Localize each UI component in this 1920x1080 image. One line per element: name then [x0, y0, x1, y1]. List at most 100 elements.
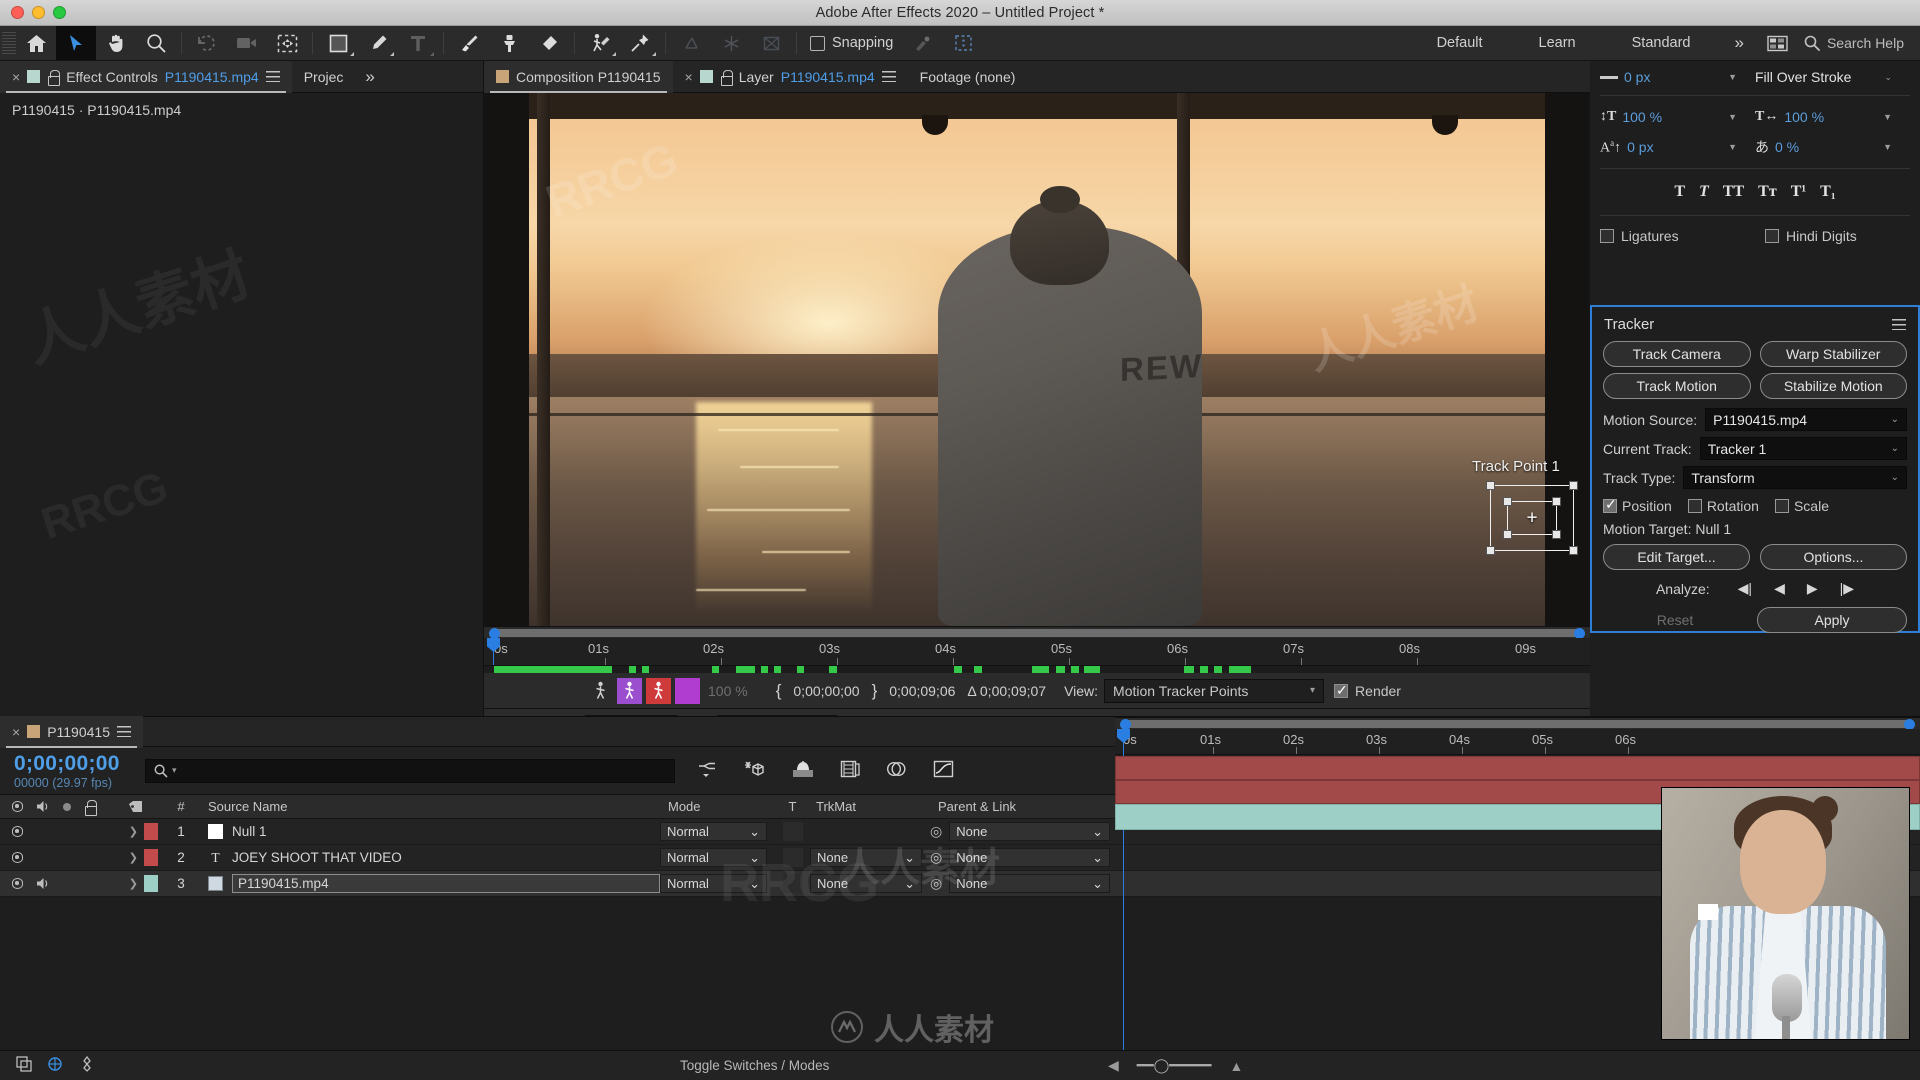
- roto-brush-tool-icon[interactable]: [580, 26, 620, 60]
- snap-transform-icon[interactable]: [943, 26, 983, 60]
- pan-behind-tool-icon[interactable]: [267, 26, 307, 60]
- tracker-menu-icon[interactable]: [1892, 319, 1906, 330]
- render-checkbox[interactable]: [1334, 684, 1348, 698]
- handle-br[interactable]: [1569, 546, 1578, 555]
- timeline-search-input[interactable]: ▾: [145, 759, 675, 783]
- tab-timeline-comp[interactable]: × P1190415: [0, 716, 143, 748]
- clone-stamp-tool-icon[interactable]: [489, 26, 529, 60]
- mode-dropdown-1[interactable]: Normal⌄: [660, 822, 767, 841]
- baseline-shift-field[interactable]: Aa↑ 0 px ▼: [1600, 138, 1755, 157]
- label-color-1[interactable]: [144, 823, 158, 840]
- track-type-dropdown[interactable]: Transform ⌄: [1683, 466, 1907, 489]
- visibility-toggle-1[interactable]: [12, 826, 23, 837]
- handle-tr[interactable]: [1569, 481, 1578, 490]
- faux-bold-icon[interactable]: T: [1674, 183, 1685, 201]
- layer-lock-icon[interactable]: [720, 70, 732, 84]
- graph-editor-icon[interactable]: [933, 760, 954, 781]
- visibility-toggle-3[interactable]: [12, 878, 23, 889]
- composition-viewer[interactable]: REW RRCG 人人素材 Track Point 1 +: [484, 93, 1590, 626]
- duration-value[interactable]: Δ 0;00;09;07: [961, 683, 1052, 699]
- stabilize-motion-button[interactable]: Stabilize Motion: [1760, 373, 1908, 399]
- motion-blur-icon[interactable]: [886, 760, 907, 781]
- motion-path-in-icon[interactable]: [617, 678, 642, 704]
- tsume-field[interactable]: あ 0 % ▼: [1755, 137, 1910, 157]
- snap-pen-icon[interactable]: [903, 26, 943, 60]
- clip-bar-1[interactable]: [1115, 756, 1920, 780]
- hand-tool-icon[interactable]: [96, 26, 136, 60]
- shape-tool-icon[interactable]: [318, 26, 358, 60]
- panel-menu-icon[interactable]: [266, 71, 280, 82]
- faux-italic-icon[interactable]: T: [1699, 183, 1709, 201]
- track-camera-button[interactable]: Track Camera: [1603, 341, 1751, 367]
- eraser-tool-icon[interactable]: [529, 26, 569, 60]
- zoom-in-timeline-icon[interactable]: ▲: [1229, 1058, 1243, 1074]
- scale-checkbox[interactable]: [1775, 499, 1789, 513]
- view-dropdown[interactable]: Motion Tracker Points ▾: [1104, 679, 1324, 703]
- collapse-transformations-icon[interactable]: [744, 760, 766, 781]
- close-tab-icon[interactable]: ×: [12, 69, 20, 85]
- pickwhip-icon-1[interactable]: ◎: [930, 823, 942, 840]
- handle-inner-tr[interactable]: [1552, 497, 1561, 506]
- timeline-scrollbar[interactable]: [1115, 717, 1920, 729]
- reset-button[interactable]: Reset: [1603, 612, 1747, 628]
- apply-button[interactable]: Apply: [1757, 607, 1907, 633]
- track-xy-tool-icon[interactable]: [751, 26, 791, 60]
- position-checkbox[interactable]: [1603, 499, 1617, 513]
- analyze-1-frame-forward-icon[interactable]: |▶: [1840, 580, 1854, 597]
- tab-layer[interactable]: × Layer P1190415.mp4: [673, 61, 908, 93]
- zoom-tool-icon[interactable]: [136, 26, 176, 60]
- search-help-box[interactable]: Search Help: [1804, 35, 1920, 51]
- handle-inner-bl[interactable]: [1503, 530, 1512, 539]
- layer-name-3[interactable]: P1190415.mp4: [232, 874, 660, 893]
- ligatures-toggle[interactable]: Ligatures: [1600, 228, 1755, 244]
- layer-name-2[interactable]: JOEY SHOOT THAT VIDEO: [232, 850, 402, 865]
- out-point-value[interactable]: 0;00;09;06: [883, 683, 961, 699]
- edit-target-button[interactable]: Edit Target...: [1603, 544, 1750, 570]
- motion-path-icon[interactable]: [588, 678, 613, 704]
- tab-effect-controls[interactable]: × Effect Controls P1190415.mp4: [0, 61, 292, 93]
- expand-arrow-3[interactable]: ❯: [129, 877, 138, 890]
- vertical-scale-field[interactable]: ↕T 100 % ▼: [1600, 109, 1755, 125]
- timeline-time-ruler[interactable]: 0s 01s 02s 03s 04s 05s 06s: [1115, 729, 1920, 755]
- layer-name-1[interactable]: Null 1: [232, 824, 267, 839]
- brush-tool-icon[interactable]: [449, 26, 489, 60]
- timeline-menu-icon[interactable]: [117, 726, 131, 737]
- unified-camera-tool-icon[interactable]: [671, 26, 711, 60]
- scale-toggle[interactable]: Scale: [1775, 498, 1829, 514]
- analyze-backward-icon[interactable]: ◀: [1774, 580, 1785, 597]
- search-chevron-icon[interactable]: ▾: [172, 765, 177, 776]
- parent-dropdown-2[interactable]: None⌄: [949, 848, 1110, 867]
- trkmat-dropdown-2[interactable]: None⌄: [810, 848, 922, 867]
- comp-time-scrollbar[interactable]: [484, 626, 1590, 638]
- home-icon[interactable]: [16, 26, 56, 60]
- workspace-learn[interactable]: Learn: [1511, 35, 1604, 51]
- vscale-chevron-icon[interactable]: ▼: [1728, 112, 1755, 122]
- tsume-chevron-icon[interactable]: ▼: [1883, 142, 1910, 152]
- in-point-value[interactable]: 0;00;00;00: [787, 683, 865, 699]
- fos-chevron-icon[interactable]: ⌄: [1884, 72, 1910, 83]
- comp-time-ruler[interactable]: 0s 01s 02s 03s 04s 05s 06s 07s 08s 09s: [484, 638, 1590, 666]
- quality-icon[interactable]: [792, 761, 814, 781]
- warp-stabilizer-button[interactable]: Warp Stabilizer: [1760, 341, 1908, 367]
- tabbar-overflow-icon[interactable]: »: [355, 67, 382, 87]
- ligatures-checkbox[interactable]: [1600, 229, 1614, 243]
- layer-panel-menu-icon[interactable]: [882, 71, 896, 82]
- puppet-pin-tool-icon[interactable]: [620, 26, 660, 60]
- track-point-center-icon[interactable]: +: [1526, 509, 1537, 528]
- hindi-digits-checkbox[interactable]: [1765, 229, 1779, 243]
- pickwhip-icon-3[interactable]: ◎: [930, 875, 942, 892]
- analyze-1-frame-back-icon[interactable]: ◀|: [1738, 580, 1752, 597]
- handle-inner-br[interactable]: [1552, 530, 1561, 539]
- trkmat-dropdown-3[interactable]: None⌄: [810, 874, 922, 893]
- handle-bl[interactable]: [1486, 546, 1495, 555]
- rotation-tool-icon[interactable]: [187, 26, 227, 60]
- timeline-zoom-slider[interactable]: ━━◯━━━━━: [1137, 1057, 1212, 1074]
- snapping-toggle[interactable]: Snapping: [810, 35, 893, 51]
- stroke-chevron-icon[interactable]: ▼: [1728, 72, 1755, 82]
- mode-dropdown-3[interactable]: Normal⌄: [660, 874, 767, 893]
- rotation-checkbox[interactable]: [1688, 499, 1702, 513]
- frame-blending-icon[interactable]: [840, 760, 860, 781]
- handle-inner-tl[interactable]: [1503, 497, 1512, 506]
- toggle-switches-modes-button[interactable]: Toggle Switches / Modes: [680, 1058, 829, 1073]
- close-timeline-tab-icon[interactable]: ×: [12, 724, 20, 740]
